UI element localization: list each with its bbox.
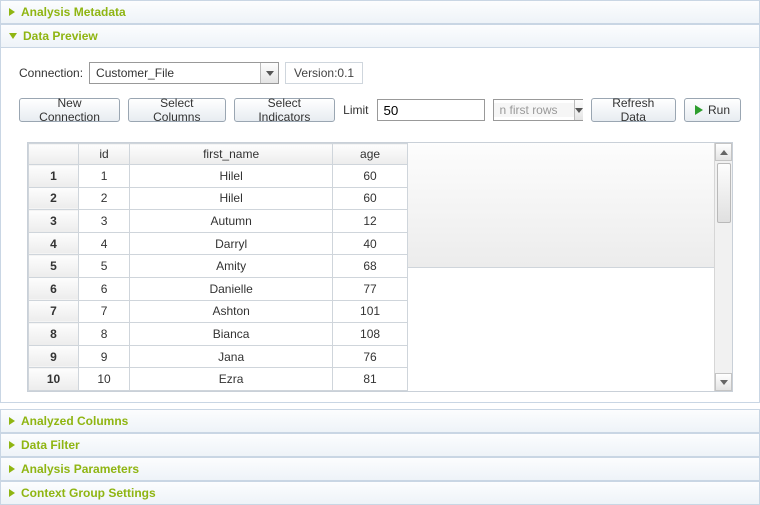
row-number: 9 xyxy=(29,345,79,368)
cell-id: 2 xyxy=(79,187,130,210)
cell-first-name: Hilel xyxy=(130,165,333,188)
section-title: Context Group Settings xyxy=(21,486,156,500)
scroll-down-icon[interactable] xyxy=(715,373,732,391)
table-row[interactable]: 11Hilel60 xyxy=(29,165,408,188)
section-title: Data Preview xyxy=(23,29,98,43)
section-data-preview[interactable]: Data Preview xyxy=(0,24,760,48)
select-columns-button[interactable]: Select Columns xyxy=(128,98,225,122)
row-number: 10 xyxy=(29,368,79,391)
cell-age: 60 xyxy=(333,187,408,210)
column-header-age[interactable]: age xyxy=(333,144,408,165)
table-row[interactable]: 88Bianca108 xyxy=(29,323,408,346)
connection-select[interactable]: Customer_File xyxy=(89,62,279,84)
new-connection-button[interactable]: New Connection xyxy=(19,98,120,122)
section-data-filter[interactable]: Data Filter xyxy=(0,433,760,457)
table-corner xyxy=(29,144,79,165)
cell-id: 8 xyxy=(79,323,130,346)
chevron-right-icon xyxy=(9,441,15,449)
cell-age: 76 xyxy=(333,345,408,368)
table-row[interactable]: 55Amity68 xyxy=(29,255,408,278)
cell-first-name: Darryl xyxy=(130,232,333,255)
cell-age: 77 xyxy=(333,277,408,300)
dropdown-icon xyxy=(260,63,278,83)
cell-first-name: Amity xyxy=(130,255,333,278)
chevron-down-icon xyxy=(9,33,17,39)
table-row[interactable]: 44Darryl40 xyxy=(29,232,408,255)
refresh-data-button[interactable]: Refresh Data xyxy=(591,98,676,122)
cell-first-name: Hilel xyxy=(130,187,333,210)
select-indicators-button[interactable]: Select Indicators xyxy=(234,98,336,122)
section-context-group-settings[interactable]: Context Group Settings xyxy=(0,481,760,505)
cell-id: 1 xyxy=(79,165,130,188)
row-number: 3 xyxy=(29,210,79,233)
cell-id: 5 xyxy=(79,255,130,278)
cell-age: 101 xyxy=(333,300,408,323)
table-row[interactable]: 22Hilel60 xyxy=(29,187,408,210)
row-number: 8 xyxy=(29,323,79,346)
data-table: id first_name age 11Hilel6022Hilel6033Au… xyxy=(28,143,408,391)
cell-first-name: Autumn xyxy=(130,210,333,233)
table-row[interactable]: 33Autumn12 xyxy=(29,210,408,233)
cell-id: 3 xyxy=(79,210,130,233)
row-number: 2 xyxy=(29,187,79,210)
column-header-first-name[interactable]: first_name xyxy=(130,144,333,165)
section-analysis-parameters[interactable]: Analysis Parameters xyxy=(0,457,760,481)
cell-id: 7 xyxy=(79,300,130,323)
cell-age: 40 xyxy=(333,232,408,255)
cell-first-name: Bianca xyxy=(130,323,333,346)
cell-age: 108 xyxy=(333,323,408,346)
cell-id: 4 xyxy=(79,232,130,255)
cell-id: 10 xyxy=(79,368,130,391)
cell-age: 12 xyxy=(333,210,408,233)
row-number: 4 xyxy=(29,232,79,255)
chevron-right-icon xyxy=(9,465,15,473)
cell-id: 9 xyxy=(79,345,130,368)
row-number: 1 xyxy=(29,165,79,188)
cell-first-name: Ezra xyxy=(130,368,333,391)
scroll-up-icon[interactable] xyxy=(715,143,732,161)
column-header-id[interactable]: id xyxy=(79,144,130,165)
cell-age: 68 xyxy=(333,255,408,278)
data-preview-body: Connection: Customer_File Version:0.1 Ne… xyxy=(0,48,760,403)
vertical-scrollbar[interactable] xyxy=(714,143,732,391)
cell-first-name: Ashton xyxy=(130,300,333,323)
cell-id: 6 xyxy=(79,277,130,300)
section-analyzed-columns[interactable]: Analyzed Columns xyxy=(0,409,760,433)
chevron-right-icon xyxy=(9,8,15,16)
cell-first-name: Jana xyxy=(130,345,333,368)
scrollbar-thumb[interactable] xyxy=(717,163,731,223)
limit-label: Limit xyxy=(343,103,368,117)
data-table-container: id first_name age 11Hilel6022Hilel6033Au… xyxy=(27,142,733,392)
chevron-right-icon xyxy=(9,489,15,497)
cell-age: 81 xyxy=(333,368,408,391)
section-analysis-metadata[interactable]: Analysis Metadata xyxy=(0,0,760,24)
connection-value: Customer_File xyxy=(90,66,260,80)
table-row[interactable]: 1010Ezra81 xyxy=(29,368,408,391)
limit-input[interactable] xyxy=(377,99,485,121)
section-title: Analysis Parameters xyxy=(21,462,139,476)
section-title: Analyzed Columns xyxy=(21,414,128,428)
cell-age: 60 xyxy=(333,165,408,188)
table-row[interactable]: 77Ashton101 xyxy=(29,300,408,323)
row-number: 5 xyxy=(29,255,79,278)
rows-mode-select[interactable]: n first rows xyxy=(493,99,583,121)
section-title: Data Filter xyxy=(21,438,80,452)
table-row[interactable]: 99Jana76 xyxy=(29,345,408,368)
section-title: Analysis Metadata xyxy=(21,5,126,19)
dropdown-icon xyxy=(574,100,583,120)
row-number: 7 xyxy=(29,300,79,323)
chevron-right-icon xyxy=(9,417,15,425)
cell-first-name: Danielle xyxy=(130,277,333,300)
row-number: 6 xyxy=(29,277,79,300)
version-label: Version:0.1 xyxy=(285,62,363,84)
connection-label: Connection: xyxy=(19,66,83,80)
run-button[interactable]: Run xyxy=(684,98,741,122)
table-header-filler xyxy=(408,143,714,268)
table-row[interactable]: 66Danielle77 xyxy=(29,277,408,300)
rows-mode-value: n first rows xyxy=(494,103,574,117)
